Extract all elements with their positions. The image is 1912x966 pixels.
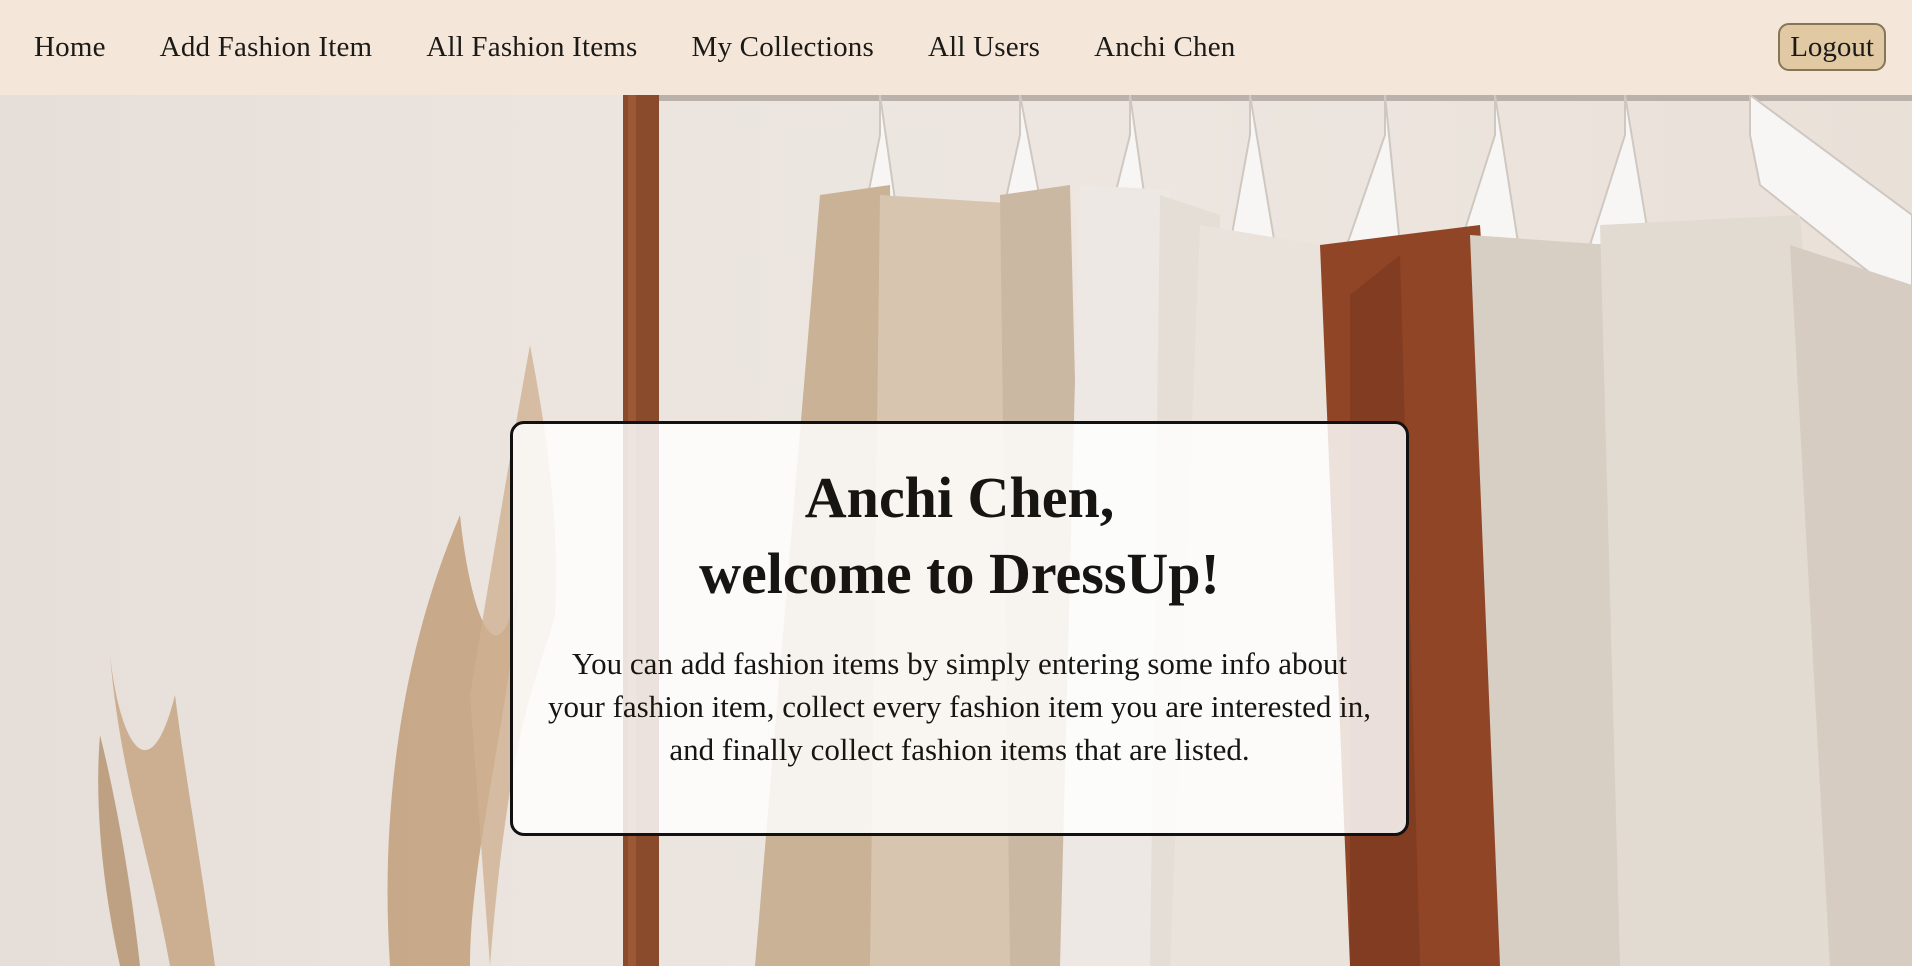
welcome-heading-name: Anchi Chen, <box>804 465 1115 530</box>
welcome-description: You can add fashion items by simply ente… <box>548 646 1371 767</box>
nav-link-all-users[interactable]: All Users <box>928 31 1040 64</box>
welcome-card: Anchi Chen, welcome to DressUp! You can … <box>510 421 1409 836</box>
top-navbar: Home Add Fashion Item All Fashion Items … <box>0 0 1912 95</box>
nav-link-all-fashion-items[interactable]: All Fashion Items <box>426 31 637 64</box>
nav-link-my-collections[interactable]: My Collections <box>692 31 874 64</box>
nav-link-profile[interactable]: Anchi Chen <box>1094 31 1235 64</box>
hero-section: Anchi Chen, welcome to DressUp! You can … <box>0 95 1912 966</box>
welcome-heading: Anchi Chen, welcome to DressUp! <box>513 460 1406 612</box>
nav-link-add-fashion-item[interactable]: Add Fashion Item <box>160 31 373 64</box>
welcome-heading-greeting: welcome to DressUp! <box>699 541 1220 606</box>
pampas-grass-decor <box>98 345 556 966</box>
nav-links: Home Add Fashion Item All Fashion Items … <box>34 31 1289 64</box>
nav-link-home[interactable]: Home <box>34 31 106 64</box>
logout-button[interactable]: Logout <box>1778 23 1886 71</box>
